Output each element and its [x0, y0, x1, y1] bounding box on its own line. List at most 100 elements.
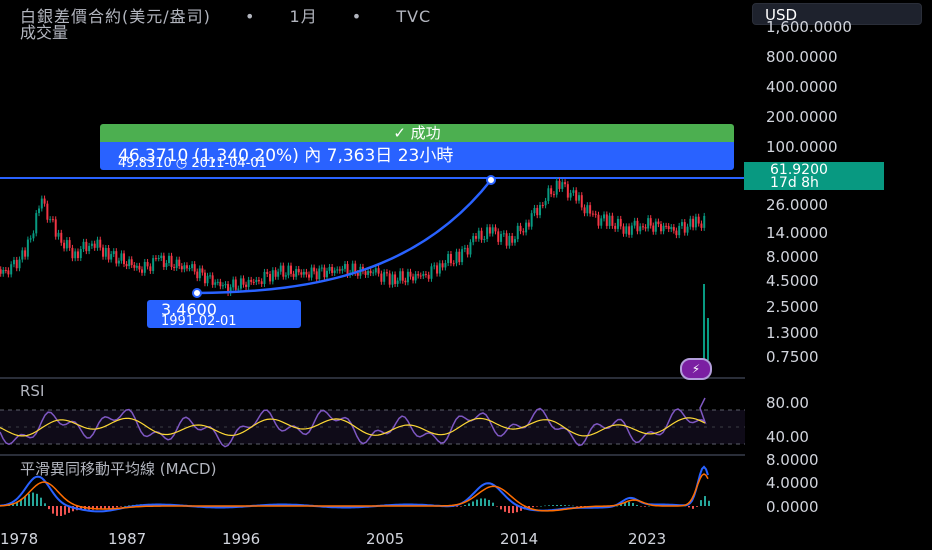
candle-body	[284, 275, 287, 277]
candle-body	[143, 261, 146, 273]
candle-body	[675, 230, 678, 236]
candle-body	[399, 271, 402, 281]
candle-body	[138, 265, 141, 270]
candle-body	[447, 253, 450, 264]
candle-body	[502, 233, 505, 235]
candle-body	[516, 225, 519, 240]
candle-body	[26, 239, 29, 257]
candle-body	[619, 218, 622, 227]
candle-body	[341, 268, 344, 271]
time-axis-label: 1978	[0, 530, 39, 548]
macd-histogram-bar	[704, 496, 706, 506]
candle-body	[85, 241, 88, 252]
candle-body	[74, 251, 77, 259]
macd-histogram-bar	[572, 505, 574, 507]
candle-body	[252, 281, 255, 283]
macd-histogram-bar	[516, 506, 518, 513]
time-axis-label: 2014	[500, 530, 539, 548]
candle-body	[667, 226, 670, 230]
macd-histogram-bar	[496, 506, 498, 507]
candle-body	[477, 230, 480, 239]
candle-body	[255, 279, 258, 283]
price-axis-label: 800.0000	[766, 48, 838, 66]
macd-histogram-bar	[460, 506, 462, 507]
candle-body	[120, 253, 123, 261]
candle-body	[356, 272, 359, 276]
macd-histogram-bar	[512, 506, 514, 514]
candle-body	[295, 268, 298, 277]
candle-body	[24, 250, 27, 257]
candle-body	[391, 274, 394, 285]
macd-histogram-bar	[476, 499, 478, 506]
candle-body	[636, 220, 639, 232]
candle-body	[700, 223, 703, 228]
candle-body	[616, 218, 619, 229]
candle-body	[622, 226, 625, 234]
candle-body	[533, 207, 536, 214]
time-axis-label: 1996	[222, 530, 261, 548]
candle-body	[325, 270, 328, 278]
candle-body	[315, 271, 318, 280]
candle-body	[475, 236, 477, 239]
macd-histogram-bar	[492, 502, 494, 506]
macd-histogram-bar	[540, 505, 542, 507]
time-axis-label: 1987	[108, 530, 147, 548]
candle-body	[152, 258, 155, 271]
candle-body	[406, 271, 409, 283]
candle-body	[35, 213, 38, 234]
candle-body	[40, 198, 43, 209]
candle-body	[300, 272, 303, 275]
macd-histogram-bar	[636, 504, 638, 506]
candle-body	[583, 207, 586, 214]
macd-histogram-bar	[564, 505, 566, 506]
macd-histogram-bar	[484, 498, 486, 506]
low-point-label[interactable]: 3.4600 1991-02-01	[147, 300, 301, 329]
candle-body	[589, 205, 592, 214]
candle-body	[665, 225, 668, 227]
time-axis-label: 2023	[628, 530, 667, 548]
candle-body	[15, 259, 18, 269]
rsi-axis-label: 40.00	[766, 428, 809, 446]
macd-axis-label: 8.0000	[766, 451, 819, 469]
measure-tool-label[interactable]: 46.3710 (1,340.20%) 內 7,363日 23小時 49.831…	[100, 142, 734, 171]
macd-histogram-bar	[552, 505, 554, 506]
candle-body	[463, 247, 466, 250]
candle-body	[597, 214, 600, 226]
candle-body	[180, 266, 183, 270]
candle-body	[224, 284, 227, 286]
lightning-icon[interactable]: ⚡	[680, 358, 712, 380]
rsi-label[interactable]: RSI	[20, 382, 44, 400]
macd-histogram-bar	[56, 506, 58, 516]
macd-histogram-bar	[116, 506, 118, 508]
macd-histogram-bar	[500, 506, 502, 510]
measure-end-date: 2011-04-01	[191, 156, 267, 171]
candle-body	[302, 271, 305, 275]
candle-body	[642, 226, 644, 228]
candle-body	[672, 227, 675, 231]
candle-body	[209, 275, 212, 277]
candle-body	[110, 254, 113, 260]
candle-body	[591, 213, 594, 215]
candle-body	[427, 274, 430, 279]
candle-body	[466, 247, 469, 255]
macd-histogram-bar	[576, 506, 578, 507]
candle-body	[513, 239, 516, 243]
candle-body	[385, 272, 388, 274]
current-price-badge: 61.9200 17d 8h	[744, 162, 884, 190]
candle-body	[308, 274, 310, 278]
candle-body	[191, 264, 194, 269]
candle-body	[318, 268, 321, 280]
candle-body	[310, 267, 313, 278]
candle-body	[483, 238, 486, 240]
candle-body	[644, 227, 647, 229]
candle-body	[458, 251, 461, 263]
measure-status-banner: ✓ 成功	[100, 124, 734, 142]
candle-body	[263, 271, 266, 284]
candle-body	[196, 271, 199, 279]
candle-body	[575, 190, 578, 201]
macd-histogram-bar	[700, 500, 702, 506]
candle-body	[338, 269, 341, 271]
macd-label[interactable]: 平滑異同移動平均線 (MACD)	[20, 458, 216, 479]
interval-label[interactable]: 1月	[290, 7, 318, 26]
volume-label[interactable]: 成交量	[20, 19, 68, 43]
